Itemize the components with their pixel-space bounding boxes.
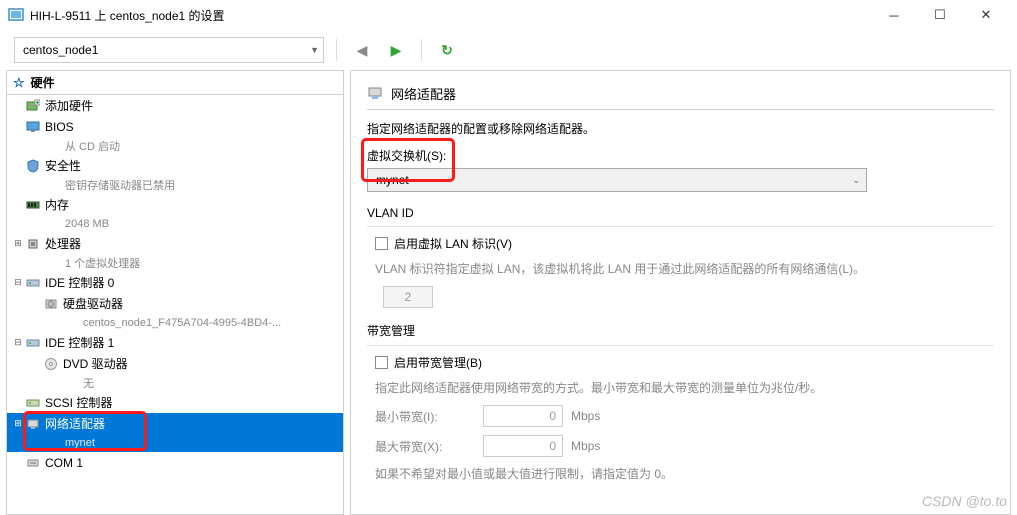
main-panel: 网络适配器 指定网络适配器的配置或移除网络适配器。 虚拟交换机(S): myne… bbox=[350, 70, 1011, 515]
close-button[interactable]: ✕ bbox=[963, 0, 1009, 30]
hardware-sidebar: ☆ 硬件 添加硬件 BIOS 从 CD 启动安全性密钥存储驱动器已禁用内存 2048 … bbox=[6, 70, 344, 515]
separator bbox=[421, 39, 422, 61]
tree-expander[interactable]: ⊟ bbox=[11, 337, 25, 348]
sidebar-item-label: COM 1 bbox=[45, 456, 83, 470]
sidebar-item-add[interactable]: 添加硬件 bbox=[7, 95, 343, 116]
sidebar-item-scsi[interactable]: SCSI 控制器 bbox=[7, 392, 343, 413]
max-bandwidth-label: 最大带宽(X): bbox=[375, 438, 475, 455]
ide-icon bbox=[25, 275, 41, 291]
sidebar-item-com[interactable]: COM 1 bbox=[7, 452, 343, 473]
sidebar-item-label: DVD 驱动器 bbox=[63, 355, 128, 372]
sidebar-item-label: IDE 控制器 1 bbox=[45, 334, 114, 351]
sidebar-item-label: 内存 bbox=[45, 196, 69, 213]
add-icon bbox=[25, 98, 41, 114]
sidebar-item-sublabel: centos_node1_F475A704-4995-4BD4-... bbox=[7, 314, 343, 332]
sidebar-item-label: 处理器 bbox=[45, 235, 81, 252]
sidebar-item-ram[interactable]: 内存 bbox=[7, 194, 343, 215]
shield-icon bbox=[25, 158, 41, 174]
maximize-button[interactable]: ☐ bbox=[917, 0, 963, 30]
min-bandwidth-input[interactable]: 0 bbox=[483, 405, 563, 427]
watermark: CSDN @to.to bbox=[922, 493, 1007, 509]
max-bandwidth-input[interactable]: 0 bbox=[483, 435, 563, 457]
sidebar-item-hdd[interactable]: 硬盘驱动器 bbox=[7, 293, 343, 314]
separator bbox=[367, 345, 994, 346]
chevron-down-icon: ⌄ bbox=[852, 175, 860, 186]
sidebar-item-sublabel: 密钥存储驱动器已禁用 bbox=[7, 176, 343, 194]
vlan-help-text: VLAN 标识符指定虚拟 LAN，该虚拟机将此 LAN 用于通过此网络适配器的所… bbox=[367, 260, 994, 278]
bandwidth-enable-checkbox[interactable] bbox=[375, 356, 388, 369]
vlan-enable-label: 启用虚拟 LAN 标识(V) bbox=[394, 235, 512, 252]
sidebar-item-label: 添加硬件 bbox=[45, 97, 93, 114]
footer-hint: 如果不希望对最小值或最大值进行限制，请指定值为 0。 bbox=[367, 465, 994, 483]
next-button[interactable]: ▶ bbox=[383, 37, 409, 63]
virtual-switch-label: 虚拟交换机(S): bbox=[367, 147, 994, 164]
panel-description: 指定网络适配器的配置或移除网络适配器。 bbox=[367, 120, 994, 137]
hardware-icon: ☆ bbox=[13, 75, 25, 91]
bandwidth-help-text: 指定此网络适配器使用网络带宽的方式。最小带宽和最大带宽的测量单位为兆位/秒。 bbox=[367, 379, 994, 397]
sidebar-item-label: SCSI 控制器 bbox=[45, 394, 112, 411]
virtual-switch-select[interactable]: mynet ⌄ bbox=[367, 168, 867, 192]
window-title: HIH-L-9511 上 centos_node1 的设置 bbox=[30, 7, 871, 24]
sidebar-item-sublabel: 2048 MB bbox=[7, 215, 343, 233]
bandwidth-group-title: 带宽管理 bbox=[367, 322, 994, 339]
minimize-button[interactable]: ─ bbox=[871, 0, 917, 30]
sidebar-item-label: 网络适配器 bbox=[45, 415, 105, 432]
vlan-group-title: VLAN ID bbox=[367, 206, 994, 220]
sidebar-item-nic[interactable]: ⊞ 网络适配器 bbox=[7, 413, 343, 434]
sidebar-header-label: 硬件 bbox=[31, 74, 55, 91]
tree-expander[interactable]: ⊞ bbox=[11, 238, 25, 249]
unit-label: Mbps bbox=[571, 439, 600, 453]
sidebar-item-label: 硬盘驱动器 bbox=[63, 295, 123, 312]
scsi-icon bbox=[25, 395, 41, 411]
sidebar-item-shield[interactable]: 安全性 bbox=[7, 155, 343, 176]
sidebar-item-sublabel: mynet bbox=[7, 434, 343, 452]
sidebar-item-label: IDE 控制器 0 bbox=[45, 274, 114, 291]
panel-title: 网络适配器 bbox=[391, 84, 456, 103]
virtual-switch-value: mynet bbox=[376, 173, 409, 187]
sidebar-item-dvd[interactable]: DVD 驱动器 bbox=[7, 353, 343, 374]
sidebar-item-ide[interactable]: ⊟ IDE 控制器 1 bbox=[7, 332, 343, 353]
prev-button[interactable]: ◀ bbox=[349, 37, 375, 63]
vm-selector[interactable]: centos_node1 ▼ bbox=[14, 37, 324, 63]
dvd-icon bbox=[43, 356, 59, 372]
separator bbox=[367, 226, 994, 227]
cpu-icon bbox=[25, 236, 41, 252]
ide-icon bbox=[25, 335, 41, 351]
ram-icon bbox=[25, 197, 41, 213]
refresh-button[interactable]: ↻ bbox=[434, 37, 460, 63]
tree-expander[interactable]: ⊟ bbox=[11, 277, 25, 288]
nic-icon bbox=[367, 85, 383, 101]
sidebar-item-label: 安全性 bbox=[45, 157, 81, 174]
hdd-icon bbox=[43, 296, 59, 312]
sidebar-item-label: BIOS bbox=[45, 120, 74, 134]
monitor-icon bbox=[25, 119, 41, 135]
min-bandwidth-label: 最小带宽(I): bbox=[375, 408, 475, 425]
bandwidth-enable-label: 启用带宽管理(B) bbox=[394, 354, 482, 371]
app-icon bbox=[8, 7, 24, 23]
sidebar-item-sublabel: 从 CD 启动 bbox=[7, 137, 343, 155]
com-icon bbox=[25, 455, 41, 471]
separator bbox=[336, 39, 337, 61]
separator bbox=[367, 109, 994, 110]
vm-selector-value: centos_node1 bbox=[23, 43, 98, 57]
vlan-enable-checkbox[interactable] bbox=[375, 237, 388, 250]
sidebar-item-cpu[interactable]: ⊞ 处理器 bbox=[7, 233, 343, 254]
nic-icon bbox=[25, 416, 41, 432]
sidebar-item-sublabel: 无 bbox=[7, 374, 343, 392]
sidebar-item-sublabel: 1 个虚拟处理器 bbox=[7, 254, 343, 272]
sidebar-item-ide[interactable]: ⊟ IDE 控制器 0 bbox=[7, 272, 343, 293]
vlan-id-input[interactable]: 2 bbox=[383, 286, 433, 308]
sidebar-header: ☆ 硬件 bbox=[7, 71, 343, 95]
sidebar-item-monitor[interactable]: BIOS bbox=[7, 116, 343, 137]
chevron-down-icon: ▼ bbox=[310, 45, 319, 55]
tree-expander[interactable]: ⊞ bbox=[11, 418, 25, 429]
unit-label: Mbps bbox=[571, 409, 600, 423]
